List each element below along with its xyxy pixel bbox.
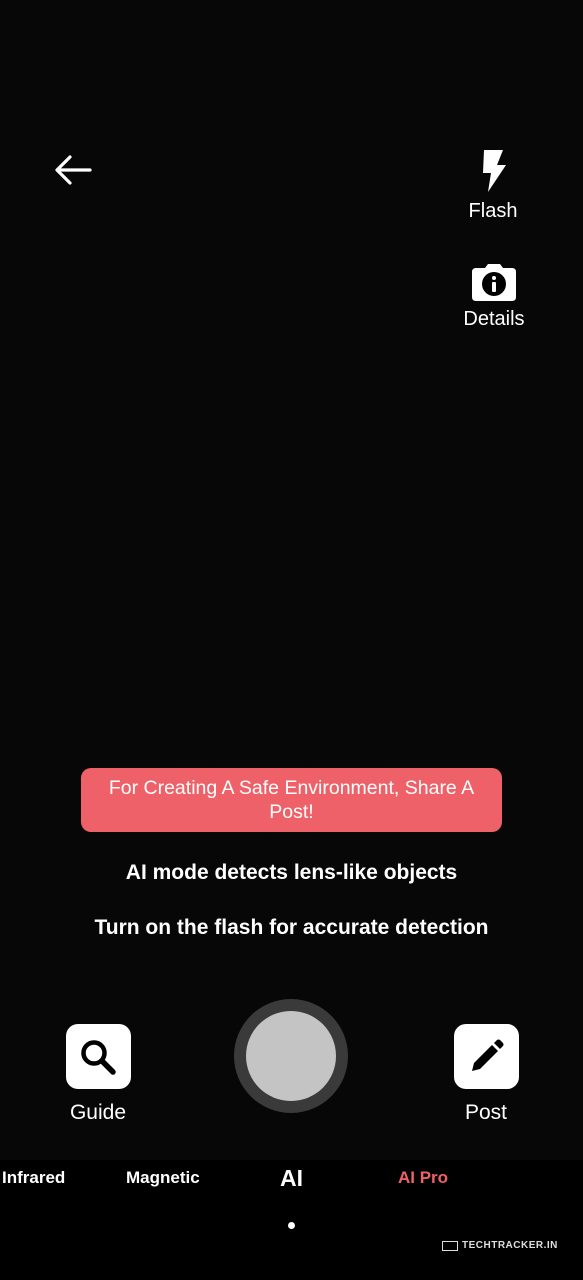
mode-infrared[interactable]: Infrared [2, 1168, 65, 1188]
back-button[interactable] [48, 146, 98, 194]
arrow-left-icon [55, 155, 92, 185]
details-button[interactable]: Details [452, 262, 536, 331]
watermark: TECHTRACKER.IN [442, 1240, 558, 1251]
lightning-bolt-icon [483, 150, 506, 192]
post-tile [453, 1024, 519, 1089]
post-label: Post [464, 1101, 508, 1124]
shutter-inner [246, 1011, 336, 1101]
post-button[interactable]: Post [443, 1024, 529, 1125]
watermark-logo-icon [442, 1240, 458, 1251]
camera-info-icon [472, 264, 516, 301]
mode-ai-pro[interactable]: AI Pro [398, 1168, 448, 1188]
watermark-text: TECHTRACKER.IN [462, 1240, 558, 1251]
mode-magnetic[interactable]: Magnetic [126, 1168, 200, 1188]
shutter-button[interactable] [234, 999, 348, 1113]
flash-label: Flash [468, 200, 518, 222]
share-post-banner[interactable]: For Creating A Safe Environment, Share A… [81, 768, 502, 832]
flash-hint: Turn on the flash for accurate detection [94, 916, 489, 939]
ai-mode-hint: AI mode detects lens-like objects [125, 861, 458, 884]
search-icon [81, 1039, 116, 1075]
flash-button[interactable]: Flash [455, 148, 531, 223]
guide-label: Guide [69, 1101, 127, 1124]
banner-text: For Creating A Safe Environment, Share A… [108, 777, 475, 823]
guide-button[interactable]: Guide [55, 1024, 141, 1125]
mode-ai[interactable]: AI [280, 1165, 303, 1192]
page-indicator-dot [288, 1222, 295, 1229]
guide-tile [65, 1024, 131, 1089]
details-label: Details [463, 308, 525, 330]
pencil-icon [472, 1039, 504, 1071]
